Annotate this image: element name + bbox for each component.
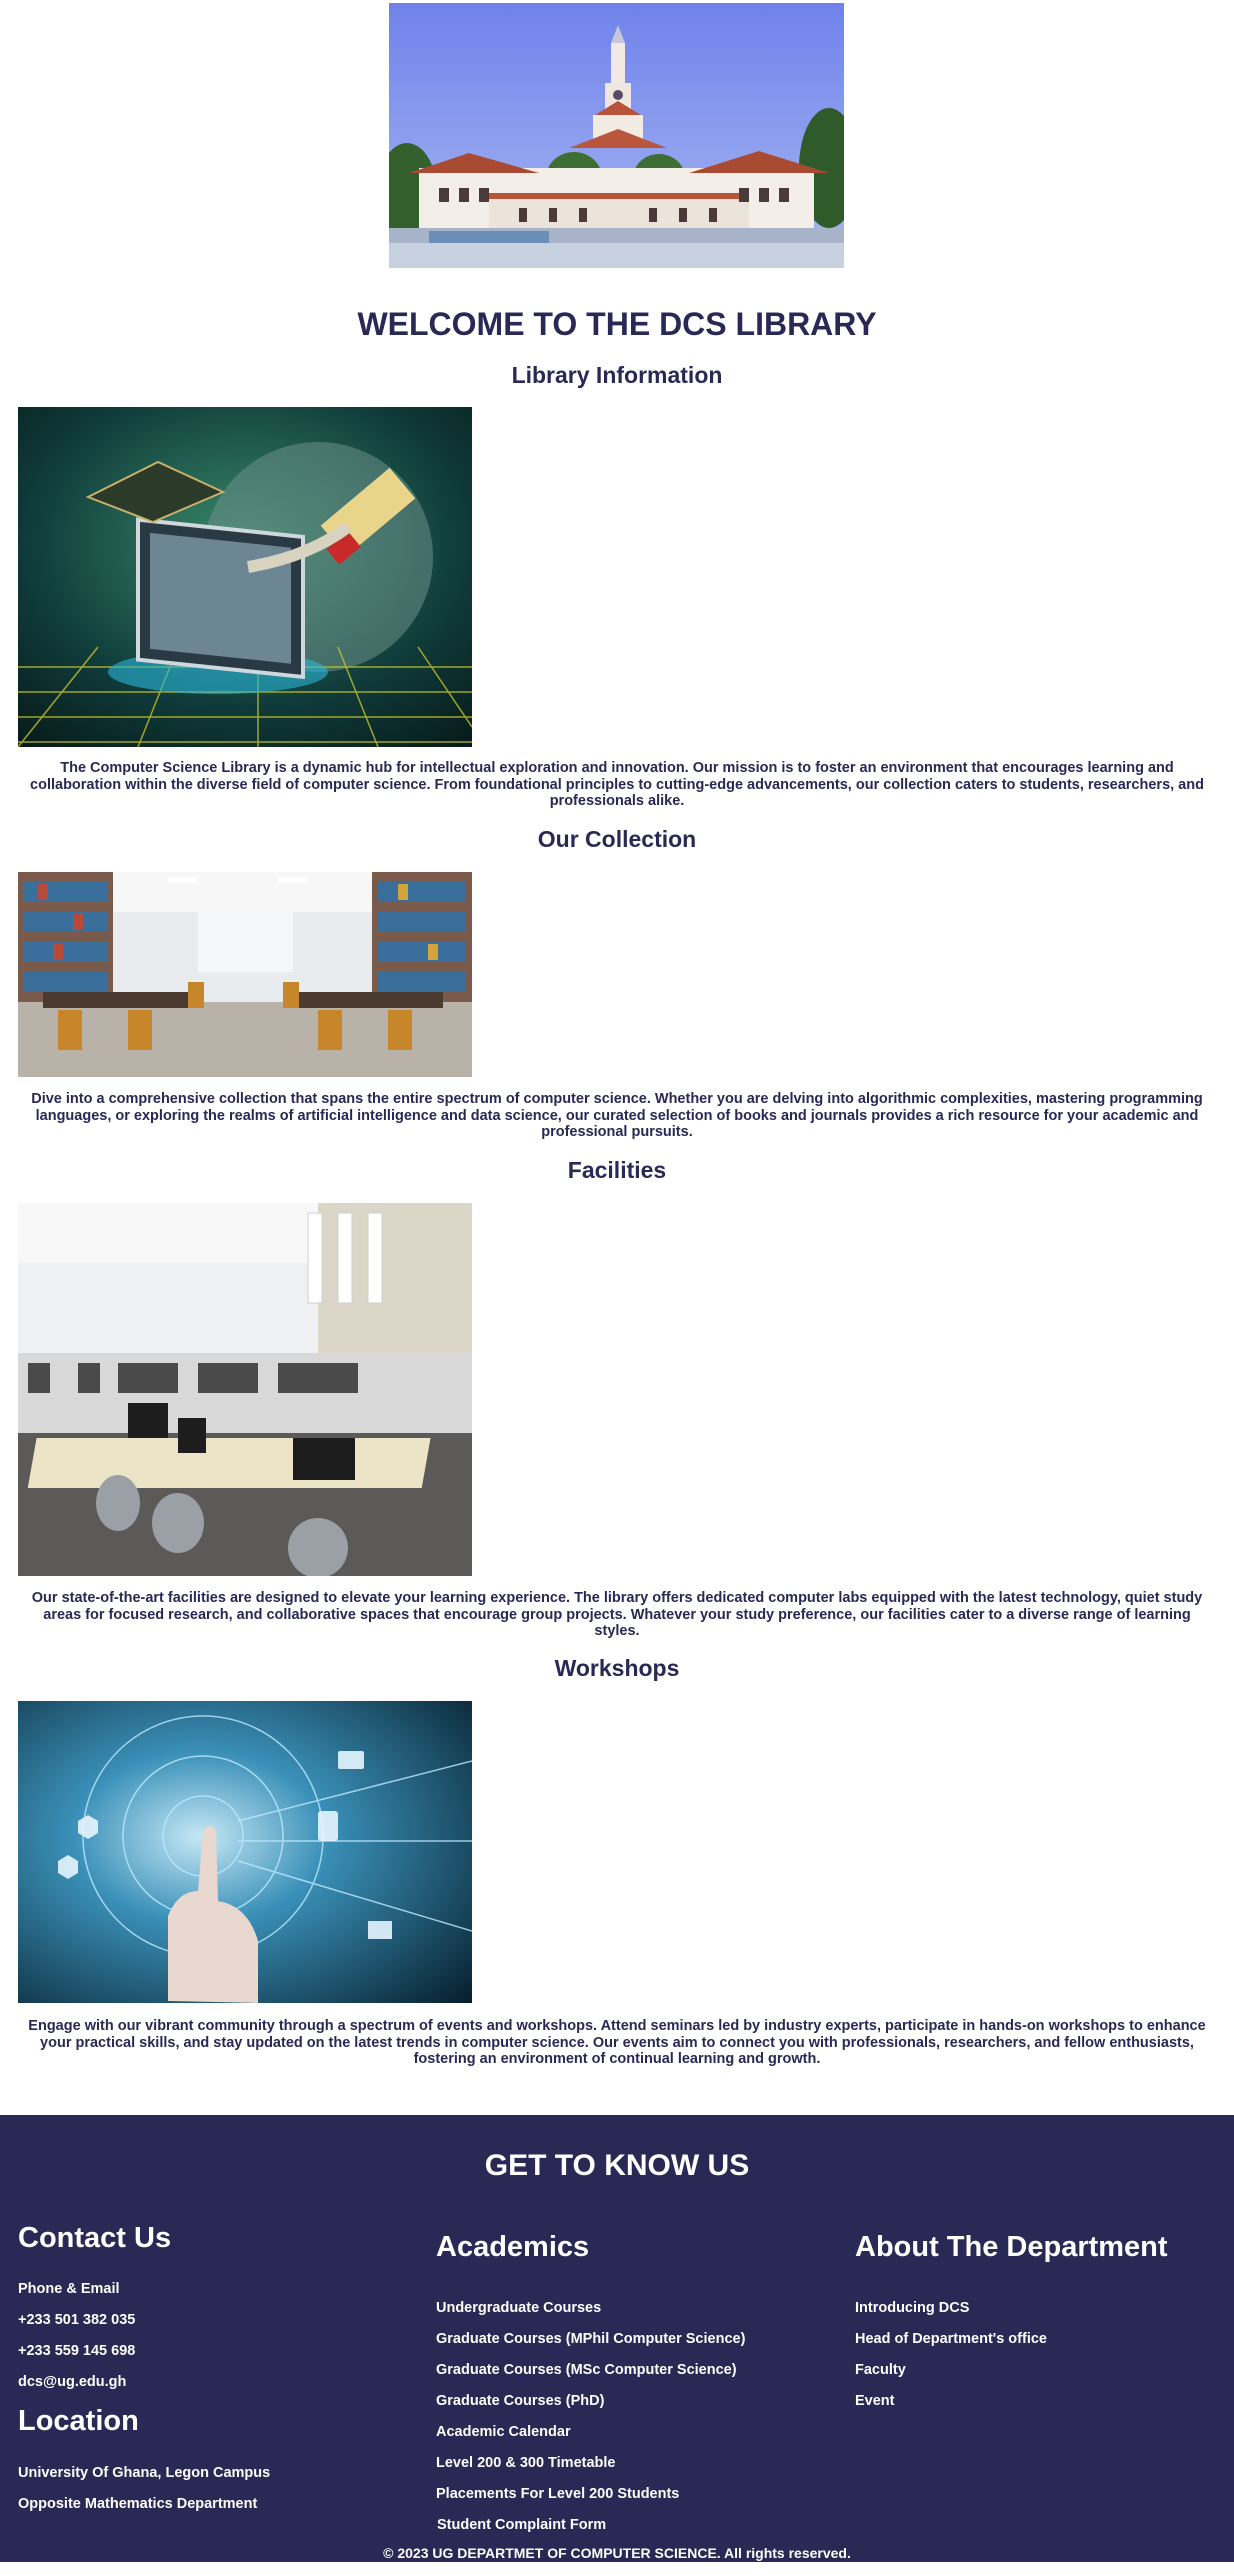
academics-link-placements[interactable]: Placements For Level 200 Students — [436, 2486, 679, 2502]
contact-us-heading: Contact Us — [18, 2222, 172, 2254]
library-information-text: The Computer Science Library is a dynami… — [30, 760, 1204, 809]
digital-touch-image — [18, 1701, 472, 2003]
academics-link-timetable[interactable]: Level 200 & 300 Timetable — [436, 2455, 615, 2471]
academics-link-mphil[interactable]: Graduate Courses (MPhil Computer Science… — [436, 2331, 745, 2347]
university-building-image — [389, 3, 844, 268]
academics-link-calendar[interactable]: Academic Calendar — [436, 2424, 571, 2440]
department-link-event[interactable]: Event — [855, 2393, 895, 2409]
academics-link-phd[interactable]: Graduate Courses (PhD) — [436, 2393, 604, 2409]
library-information-heading: Library Information — [511, 362, 723, 388]
department-link-hod-office[interactable]: Head of Department's office — [855, 2331, 1047, 2347]
department-link-faculty[interactable]: Faculty — [855, 2362, 906, 2378]
site-footer: GET TO KNOW US Contact Us Phone & Email … — [0, 2115, 1234, 2562]
facilities-text: Our state-of-the-art facilities are desi… — [31, 1590, 1203, 1639]
welcome-title: WELCOME TO THE DCS LIBRARY — [357, 306, 877, 342]
academics-link-undergraduate[interactable]: Undergraduate Courses — [436, 2300, 601, 2316]
location-heading: Location — [18, 2405, 139, 2437]
department-link-introducing[interactable]: Introducing DCS — [855, 2300, 969, 2316]
graduation-tech-image — [18, 407, 472, 747]
our-collection-heading: Our Collection — [537, 826, 697, 852]
location-address: University Of Ghana, Legon Campus — [18, 2465, 271, 2481]
phone-number-1[interactable]: +233 501 382 035 — [18, 2312, 135, 2328]
library-reading-room-image — [18, 872, 472, 1077]
academics-link-msc[interactable]: Graduate Courses (MSc Computer Science) — [436, 2362, 737, 2378]
get-to-know-us-heading: GET TO KNOW US — [484, 2149, 750, 2182]
phone-email-label: Phone & Email — [18, 2281, 120, 2297]
workshops-heading: Workshops — [554, 1655, 680, 1681]
location-landmark: Opposite Mathematics Department — [18, 2496, 258, 2512]
about-department-heading: About The Department — [855, 2231, 1168, 2263]
email-link[interactable]: dcs@ug.edu.gh — [18, 2374, 126, 2390]
facilities-heading: Facilities — [567, 1157, 667, 1183]
copyright-text: © 2023 UG DEPARTMET OF COMPUTER SCIENCE.… — [383, 2545, 851, 2561]
phone-number-2[interactable]: +233 559 145 698 — [18, 2343, 135, 2359]
academics-heading: Academics — [436, 2231, 590, 2263]
computer-lab-image — [18, 1203, 472, 1576]
our-collection-text: Dive into a comprehensive collection tha… — [31, 1091, 1203, 1140]
academics-link-complaint-form[interactable]: Student Complaint Form — [437, 2517, 606, 2533]
workshops-text: Engage with our vibrant community throug… — [28, 2018, 1206, 2067]
